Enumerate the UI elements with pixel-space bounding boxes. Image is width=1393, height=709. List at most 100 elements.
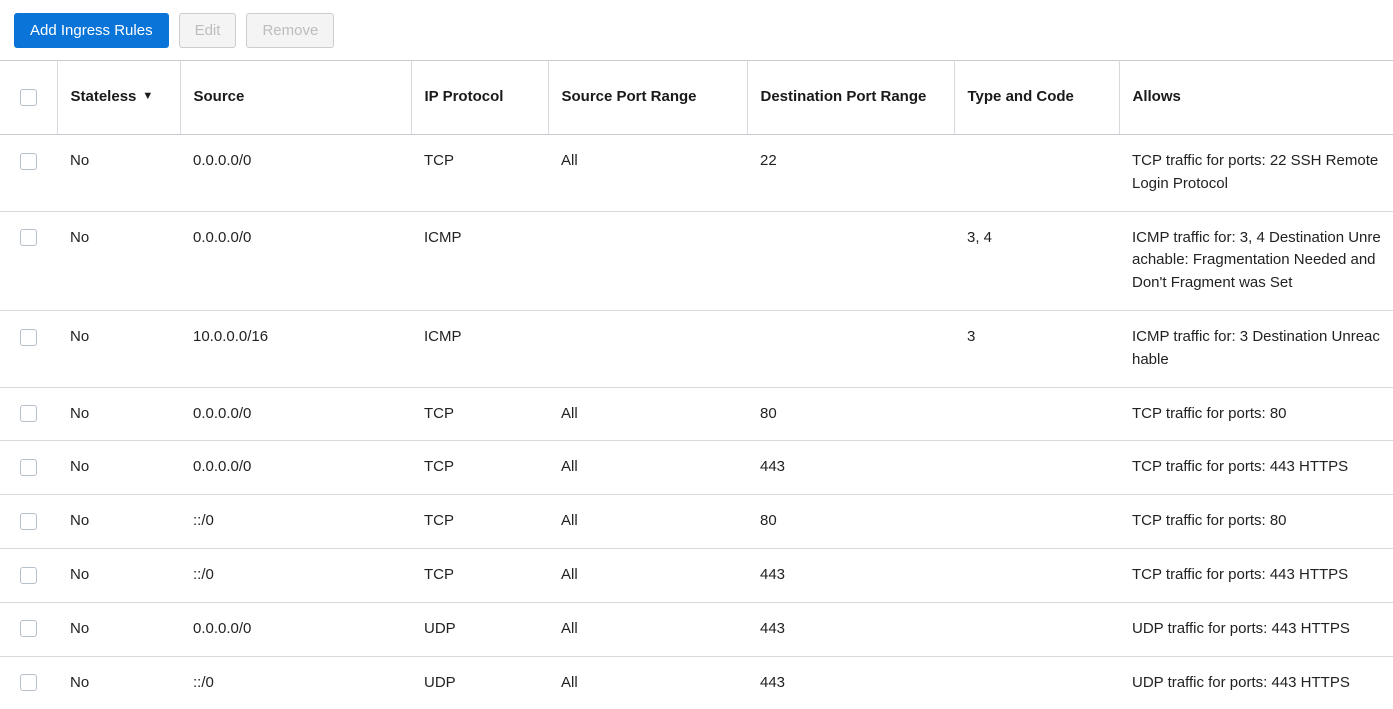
row-select-cell bbox=[0, 441, 57, 495]
table-row[interactable]: No0.0.0.0/0TCPAll80 TCP traffic for ports… bbox=[0, 387, 1393, 441]
row-select-checkbox[interactable] bbox=[20, 329, 37, 346]
table-row[interactable]: No0.0.0.0/0TCPAll22 TCP traffic for ports… bbox=[0, 135, 1393, 212]
row-select-cell bbox=[0, 211, 57, 310]
cell-allows: TCP traffic for ports: 443 HTTPS bbox=[1119, 548, 1393, 602]
cell-type-and-code bbox=[954, 135, 1119, 212]
row-select-cell bbox=[0, 548, 57, 602]
table-row[interactable]: No::/0UDPAll443 UDP traffic for ports: 44… bbox=[0, 656, 1393, 709]
cell-destination-port-range bbox=[747, 310, 954, 387]
cell-ip-protocol: ICMP bbox=[411, 211, 548, 310]
cell-type-and-code: 3 bbox=[954, 310, 1119, 387]
cell-source-port-range: All bbox=[548, 387, 747, 441]
row-select-cell bbox=[0, 387, 57, 441]
cell-type-and-code bbox=[954, 441, 1119, 495]
cell-stateless: No bbox=[57, 548, 180, 602]
table-body: No0.0.0.0/0TCPAll22TCP traffic for ports… bbox=[0, 135, 1393, 709]
row-select-checkbox[interactable] bbox=[20, 405, 37, 422]
row-select-checkbox[interactable] bbox=[20, 229, 37, 246]
cell-stateless: No bbox=[57, 310, 180, 387]
cell-ip-protocol: ICMP bbox=[411, 310, 548, 387]
cell-allows: UDP traffic for ports: 443 HTTPS bbox=[1119, 602, 1393, 656]
cell-allows: TCP traffic for ports: 80 bbox=[1119, 387, 1393, 441]
row-select-checkbox[interactable] bbox=[20, 674, 37, 691]
cell-type-and-code bbox=[954, 495, 1119, 549]
cell-source: 0.0.0.0/0 bbox=[180, 135, 411, 212]
header-row: Stateless ▼ Source IP Protocol Source Por… bbox=[0, 61, 1393, 135]
cell-ip-protocol: TCP bbox=[411, 387, 548, 441]
row-select-cell bbox=[0, 135, 57, 212]
row-select-cell bbox=[0, 310, 57, 387]
cell-source-port-range bbox=[548, 310, 747, 387]
cell-destination-port-range: 80 bbox=[747, 387, 954, 441]
row-select-cell bbox=[0, 602, 57, 656]
row-select-checkbox[interactable] bbox=[20, 513, 37, 530]
cell-type-and-code: 3, 4 bbox=[954, 211, 1119, 310]
cell-source: 0.0.0.0/0 bbox=[180, 387, 411, 441]
cell-destination-port-range: 80 bbox=[747, 495, 954, 549]
cell-ip-protocol: TCP bbox=[411, 548, 548, 602]
column-header-type-and-code[interactable]: Type and Code bbox=[954, 61, 1119, 135]
cell-stateless: No bbox=[57, 656, 180, 709]
table-row[interactable]: No0.0.0.0/0UDPAll443 UDP traffic for port… bbox=[0, 602, 1393, 656]
cell-source-port-range: All bbox=[548, 495, 747, 549]
row-select-checkbox[interactable] bbox=[20, 567, 37, 584]
column-header-destination-port-range[interactable]: Destination Port Range bbox=[747, 61, 954, 135]
row-select-cell bbox=[0, 656, 57, 709]
cell-stateless: No bbox=[57, 135, 180, 212]
cell-source: 0.0.0.0/0 bbox=[180, 211, 411, 310]
column-header-allows[interactable]: Allows bbox=[1119, 61, 1393, 135]
table-row[interactable]: No10.0.0.0/16ICMP 3ICMP traffic for: 3 De… bbox=[0, 310, 1393, 387]
row-select-cell bbox=[0, 495, 57, 549]
column-header-source-port-range[interactable]: Source Port Range bbox=[548, 61, 747, 135]
cell-source-port-range: All bbox=[548, 548, 747, 602]
cell-source-port-range bbox=[548, 211, 747, 310]
cell-ip-protocol: TCP bbox=[411, 135, 548, 212]
sort-descending-icon: ▼ bbox=[142, 91, 153, 102]
select-all-checkbox[interactable] bbox=[20, 89, 37, 106]
cell-destination-port-range: 443 bbox=[747, 441, 954, 495]
cell-source-port-range: All bbox=[548, 656, 747, 709]
cell-source-port-range: All bbox=[548, 602, 747, 656]
cell-destination-port-range: 443 bbox=[747, 656, 954, 709]
table-header: Stateless ▼ Source IP Protocol Source Por… bbox=[0, 61, 1393, 135]
ingress-rules-toolbar: Add Ingress Rules Edit Remove bbox=[0, 0, 1393, 60]
cell-type-and-code bbox=[954, 602, 1119, 656]
cell-ip-protocol: UDP bbox=[411, 602, 548, 656]
table-row[interactable]: No0.0.0.0/0ICMP3, 4ICMP traffic for: 3, … bbox=[0, 211, 1393, 310]
cell-type-and-code bbox=[954, 548, 1119, 602]
add-ingress-rules-button[interactable]: Add Ingress Rules bbox=[14, 13, 169, 48]
cell-type-and-code bbox=[954, 387, 1119, 441]
cell-destination-port-range: 443 bbox=[747, 548, 954, 602]
cell-allows: TCP traffic for ports: 22 SSH Remote Log… bbox=[1119, 135, 1393, 212]
cell-source: 10.0.0.0/16 bbox=[180, 310, 411, 387]
remove-button[interactable]: Remove bbox=[246, 13, 334, 48]
cell-stateless: No bbox=[57, 211, 180, 310]
table-row[interactable]: No::/0TCPAll443TCP traffic for ports: 44… bbox=[0, 548, 1393, 602]
table-row[interactable]: No::/0TCPAll80TCP traffic for ports: 80 bbox=[0, 495, 1393, 549]
cell-destination-port-range bbox=[747, 211, 954, 310]
column-header-stateless[interactable]: Stateless ▼ bbox=[57, 61, 180, 135]
row-select-checkbox[interactable] bbox=[20, 459, 37, 476]
cell-destination-port-range: 443 bbox=[747, 602, 954, 656]
cell-allows: TCP traffic for ports: 80 bbox=[1119, 495, 1393, 549]
cell-source: ::/0 bbox=[180, 656, 411, 709]
edit-button[interactable]: Edit bbox=[179, 13, 237, 48]
row-select-checkbox[interactable] bbox=[20, 153, 37, 170]
cell-source-port-range: All bbox=[548, 135, 747, 212]
select-all-header bbox=[0, 61, 57, 135]
cell-source: 0.0.0.0/0 bbox=[180, 441, 411, 495]
table-row[interactable]: No0.0.0.0/0TCPAll443TCP traffic for port… bbox=[0, 441, 1393, 495]
column-header-ip-protocol[interactable]: IP Protocol bbox=[411, 61, 548, 135]
column-header-stateless-label: Stateless bbox=[71, 88, 137, 105]
cell-stateless: No bbox=[57, 387, 180, 441]
cell-stateless: No bbox=[57, 602, 180, 656]
cell-ip-protocol: UDP bbox=[411, 656, 548, 709]
row-select-checkbox[interactable] bbox=[20, 620, 37, 637]
cell-source: 0.0.0.0/0 bbox=[180, 602, 411, 656]
cell-allows: UDP traffic for ports: 443 HTTPS bbox=[1119, 656, 1393, 709]
cell-destination-port-range: 22 bbox=[747, 135, 954, 212]
ingress-rules-table: Stateless ▼ Source IP Protocol Source Por… bbox=[0, 60, 1393, 709]
cell-allows: ICMP traffic for: 3 Destination Unreacha… bbox=[1119, 310, 1393, 387]
cell-stateless: No bbox=[57, 495, 180, 549]
column-header-source[interactable]: Source bbox=[180, 61, 411, 135]
